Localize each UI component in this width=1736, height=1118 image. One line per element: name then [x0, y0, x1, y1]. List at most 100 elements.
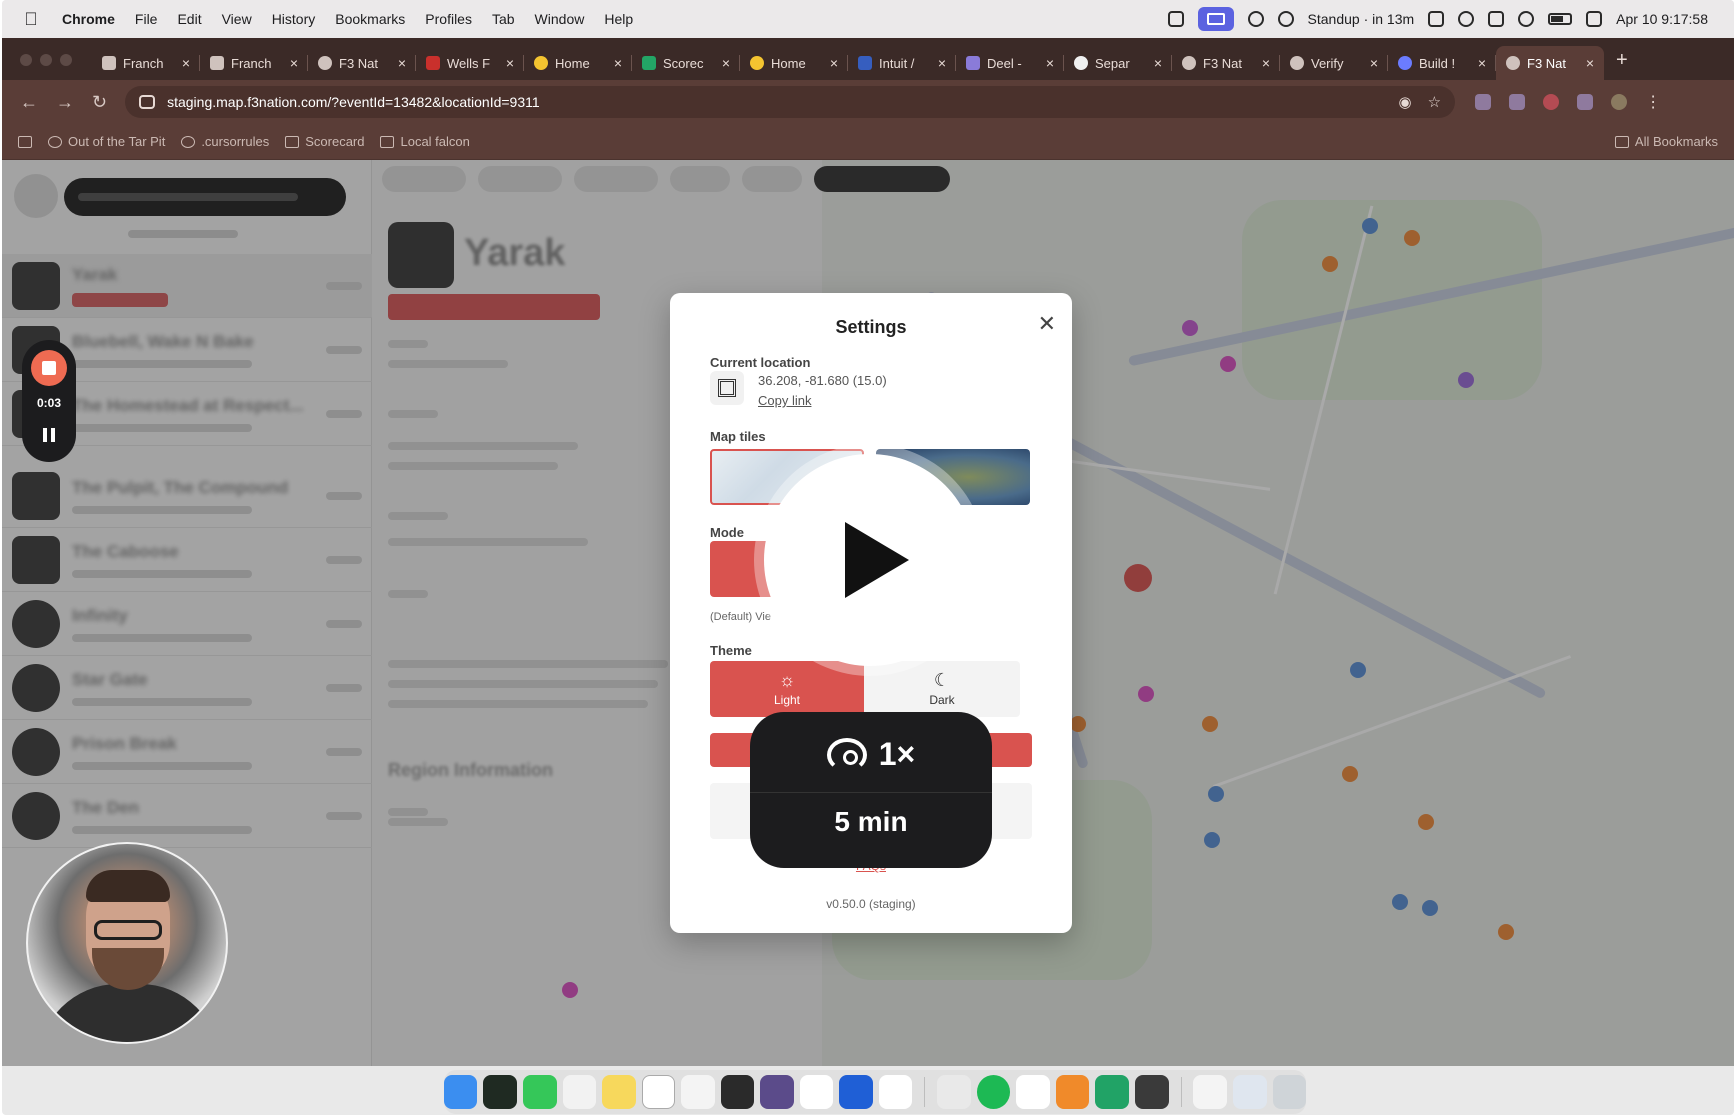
location-icon[interactable]: ◉: [1399, 93, 1412, 111]
puzzle-icon[interactable]: [1577, 94, 1594, 110]
more-icon[interactable]: ⋮: [1645, 92, 1661, 112]
menu-window[interactable]: Window: [535, 11, 585, 27]
menu-help[interactable]: Help: [604, 11, 633, 27]
gear-icon[interactable]: [1277, 11, 1294, 27]
menu-history[interactable]: History: [272, 11, 316, 27]
play-button[interactable]: [764, 454, 976, 666]
qr-code-icon[interactable]: [710, 371, 744, 405]
close-tab-icon[interactable]: ×: [506, 55, 514, 71]
bookmark-folder[interactable]: Scorecard: [285, 134, 364, 149]
reload-icon[interactable]: ↻: [92, 92, 107, 113]
chrome-icon[interactable]: [937, 1075, 971, 1109]
cursor-icon[interactable]: [720, 1075, 755, 1109]
calculator-icon[interactable]: [1134, 1075, 1169, 1109]
menu-app-name[interactable]: Chrome: [62, 11, 115, 27]
vpn-icon[interactable]: [760, 1075, 794, 1109]
bookmark[interactable]: Out of the Tar Pit: [48, 134, 165, 149]
reminders-icon[interactable]: [681, 1075, 715, 1109]
trash-icon[interactable]: [1272, 1075, 1307, 1109]
extension-icon[interactable]: [1543, 94, 1560, 110]
calendar-event[interactable]: Standup · in 13m: [1308, 11, 1415, 27]
apps-icon[interactable]: [18, 135, 32, 148]
downloads-icon[interactable]: [1233, 1075, 1267, 1109]
menu-tab[interactable]: Tab: [492, 11, 515, 27]
star-icon[interactable]: ☆: [1428, 93, 1441, 111]
spotify-icon[interactable]: [976, 1075, 1011, 1109]
notion-icon[interactable]: [641, 1075, 676, 1109]
close-tab-icon[interactable]: ×: [1262, 55, 1270, 71]
playback-speed-control[interactable]: 1× 5 min: [750, 712, 992, 868]
close-tab-icon[interactable]: ×: [614, 55, 622, 71]
menu-view[interactable]: View: [222, 11, 252, 27]
close-tab-icon[interactable]: ×: [1586, 55, 1594, 71]
bitwarden-icon[interactable]: [1475, 94, 1492, 110]
finder-icon[interactable]: [443, 1075, 478, 1109]
close-tab-icon[interactable]: ×: [1154, 55, 1162, 71]
menu-file[interactable]: File: [135, 11, 158, 27]
close-tab-icon[interactable]: ×: [722, 55, 730, 71]
clock[interactable]: Apr 10 9:17:58: [1616, 11, 1708, 27]
close-tab-icon[interactable]: ×: [398, 55, 406, 71]
webcam-bubble[interactable]: [26, 842, 228, 1044]
copy-link[interactable]: Copy link: [758, 393, 811, 408]
terminal-icon[interactable]: [483, 1075, 517, 1109]
gmail-icon[interactable]: [878, 1075, 913, 1109]
all-bookmarks[interactable]: All Bookmarks: [1614, 134, 1718, 149]
tab[interactable]: Intuit / ×: [848, 46, 956, 80]
avatar[interactable]: [1611, 94, 1628, 110]
tab[interactable]: Scorec ×: [632, 46, 740, 80]
tab[interactable]: Verify ×: [1280, 46, 1388, 80]
menu-edit[interactable]: Edit: [177, 11, 201, 27]
menu-bookmarks[interactable]: Bookmarks: [335, 11, 405, 27]
tab[interactable]: Wells F ×: [416, 46, 524, 80]
tab[interactable]: F3 Nat ×: [1172, 46, 1280, 80]
shield-icon[interactable]: [1167, 11, 1184, 27]
minimize-window-button[interactable]: [40, 54, 52, 66]
sync-icon[interactable]: [1458, 11, 1475, 27]
zoom-window-button[interactable]: [60, 54, 72, 66]
document-icon[interactable]: [1193, 1075, 1228, 1109]
site-settings-icon[interactable]: [139, 95, 156, 109]
bitwarden-icon[interactable]: [839, 1075, 873, 1109]
bookmark-folder[interactable]: Local falcon: [380, 134, 470, 149]
tab[interactable]: Home ×: [740, 46, 848, 80]
clipboard-icon[interactable]: [1488, 11, 1505, 27]
url-text[interactable]: staging.map.f3nation.com/?eventId=13482&…: [167, 94, 1382, 110]
address-bar[interactable]: staging.map.f3nation.com/?eventId=13482&…: [125, 86, 1456, 118]
font-app-icon[interactable]: [1016, 1075, 1050, 1109]
battery-icon[interactable]: [1548, 13, 1573, 25]
back-icon[interactable]: ←: [20, 92, 38, 113]
close-tab-icon[interactable]: ×: [830, 55, 838, 71]
messages-icon[interactable]: [523, 1075, 557, 1109]
close-tab-icon[interactable]: ×: [938, 55, 946, 71]
new-tab-icon[interactable]: +: [1616, 49, 1628, 72]
tab-active[interactable]: F3 Nat ×: [1496, 46, 1604, 80]
bookmark[interactable]: .cursorrules: [181, 134, 269, 149]
theme-dark-button[interactable]: ☾ Dark: [864, 661, 1020, 717]
tab[interactable]: Separ ×: [1064, 46, 1172, 80]
close-window-button[interactable]: [20, 54, 32, 66]
pen-icon[interactable]: [1055, 1075, 1090, 1109]
stop-recording-button[interactable]: [31, 350, 67, 386]
close-tab-icon[interactable]: ×: [1046, 55, 1054, 71]
forward-icon[interactable]: →: [56, 92, 74, 113]
control-center-icon[interactable]: [1586, 11, 1603, 27]
notes-icon[interactable]: [602, 1075, 636, 1109]
close-tab-icon[interactable]: ×: [182, 55, 190, 71]
drive-icon[interactable]: [1428, 11, 1445, 27]
theme-light-button[interactable]: ☼ Light: [710, 661, 864, 717]
close-tab-icon[interactable]: ×: [1370, 55, 1378, 71]
play-circle-icon[interactable]: [1518, 11, 1535, 27]
apple-icon[interactable]: : [22, 9, 40, 29]
calendar-icon[interactable]: [562, 1075, 597, 1109]
tab[interactable]: Deel - ×: [956, 46, 1064, 80]
menu-profiles[interactable]: Profiles: [425, 11, 472, 27]
tab[interactable]: Build ! ×: [1388, 46, 1496, 80]
tab[interactable]: F3 Nat ×: [308, 46, 416, 80]
close-tab-icon[interactable]: ×: [290, 55, 298, 71]
pause-icon[interactable]: [43, 428, 55, 442]
react-icon[interactable]: [1509, 94, 1526, 110]
close-icon[interactable]: ✕: [1038, 311, 1056, 337]
tab[interactable]: Home ×: [524, 46, 632, 80]
tab[interactable]: Franch ×: [92, 46, 200, 80]
